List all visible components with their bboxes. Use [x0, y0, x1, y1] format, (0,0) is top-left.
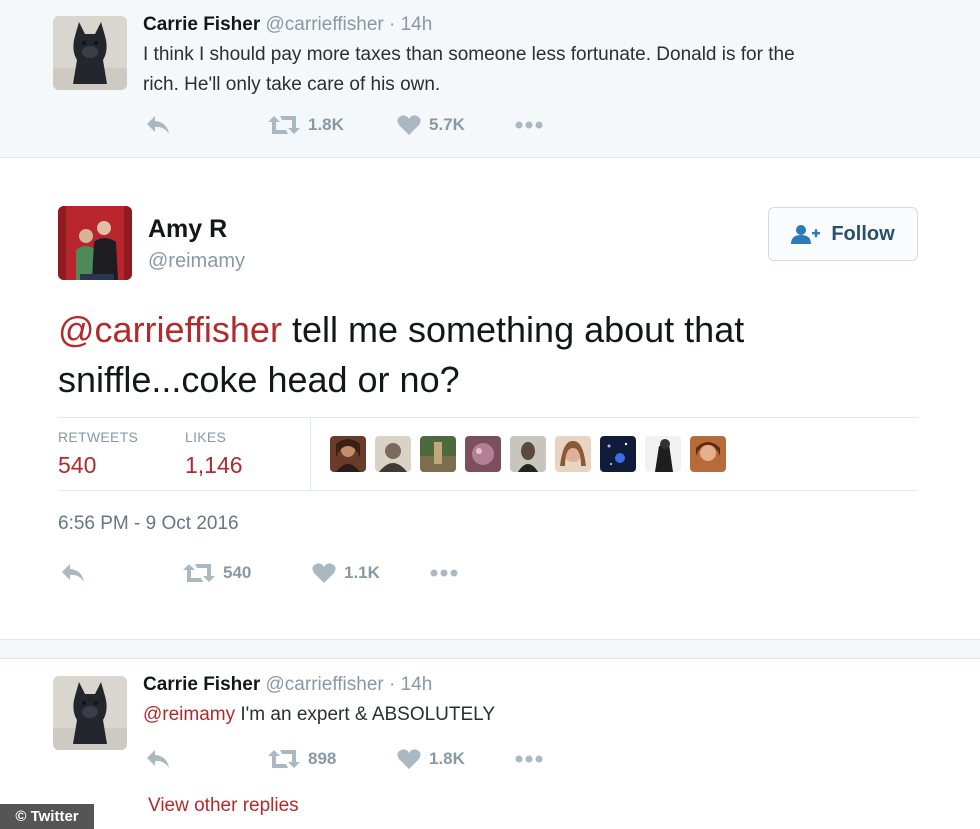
- reply-button[interactable]: [145, 748, 171, 770]
- more-icon: [430, 569, 458, 577]
- tweet-text: I think I should pay more taxes than som…: [143, 40, 923, 100]
- retweet-count: 1.8K: [308, 115, 344, 134]
- liker-avatar[interactable]: [420, 436, 456, 472]
- tweet-text-line: I think I should pay more taxes than som…: [143, 44, 795, 65]
- author-name[interactable]: Amy R: [148, 215, 227, 244]
- liker-avatar[interactable]: [330, 436, 366, 472]
- author-handle[interactable]: @carrieffisher: [266, 674, 384, 695]
- heart-icon: [312, 563, 336, 583]
- tweet-text-line: rich. He'll only take care of his own.: [143, 74, 441, 95]
- liker-avatar[interactable]: [465, 436, 501, 472]
- tweet-carrie-fisher-reply[interactable]: Carrie Fisher @carrieffisher · 14h @reim…: [0, 658, 980, 829]
- tweet-amy-r-expanded: Amy R @reimamy Follow @carrieffisher tel…: [0, 160, 980, 640]
- heart-icon: [397, 115, 421, 135]
- retweet-button[interactable]: 540: [183, 562, 251, 584]
- header-separator: ·: [389, 674, 396, 695]
- like-button[interactable]: 1.1K: [312, 562, 380, 584]
- mention-link[interactable]: @carrieffisher: [58, 309, 282, 350]
- like-count: 1.1K: [344, 563, 380, 582]
- divider: [58, 490, 918, 491]
- like-button[interactable]: 5.7K: [397, 114, 465, 136]
- likes-value: 1,146: [185, 452, 243, 478]
- more-button[interactable]: [429, 562, 459, 584]
- tweet-header: Carrie Fisher @carrieffisher · 14h: [143, 674, 432, 696]
- like-count: 1.8K: [429, 749, 465, 768]
- view-other-replies-link[interactable]: View other replies: [148, 795, 299, 817]
- retweet-icon: [268, 116, 300, 134]
- stats-divider: [310, 418, 311, 490]
- liker-avatar[interactable]: [510, 436, 546, 472]
- avatar-carrie-fisher[interactable]: [53, 676, 127, 750]
- author-name[interactable]: Carrie Fisher: [143, 14, 260, 35]
- conversation-separator: [0, 640, 980, 658]
- divider: [58, 417, 918, 418]
- tweet-text: @reimamy I'm an expert & ABSOLUTELY: [143, 700, 923, 730]
- heart-icon: [397, 749, 421, 769]
- author-handle[interactable]: @carrieffisher: [266, 14, 384, 35]
- twitter-watermark: © Twitter: [0, 804, 94, 829]
- liker-avatar[interactable]: [600, 436, 636, 472]
- tweet-carrie-fisher-top[interactable]: Carrie Fisher @carrieffisher · 14h I thi…: [0, 0, 980, 158]
- liker-avatar[interactable]: [555, 436, 591, 472]
- retweet-button[interactable]: 898: [268, 748, 336, 770]
- liker-avatar[interactable]: [375, 436, 411, 472]
- more-button[interactable]: [514, 748, 544, 770]
- more-button[interactable]: [514, 114, 544, 136]
- follow-user-icon: [791, 225, 821, 244]
- reply-icon: [147, 116, 169, 134]
- tweet-header: Carrie Fisher @carrieffisher · 14h: [143, 14, 432, 36]
- likes-stat[interactable]: LIKES 1,146: [185, 429, 243, 479]
- retweet-count: 540: [223, 563, 252, 582]
- retweet-icon: [183, 564, 215, 582]
- header-separator: ·: [389, 14, 396, 35]
- retweets-label: RETWEETS: [58, 429, 139, 445]
- tweet-time[interactable]: 14h: [401, 674, 433, 695]
- reply-button[interactable]: [60, 562, 86, 584]
- reply-icon: [62, 564, 84, 582]
- avatar-carrie-fisher[interactable]: [53, 16, 127, 90]
- follow-button[interactable]: Follow: [768, 207, 918, 261]
- reply-icon: [147, 750, 169, 768]
- retweet-icon: [268, 750, 300, 768]
- liker-avatar[interactable]: [690, 436, 726, 472]
- tweet-time[interactable]: 14h: [401, 14, 433, 35]
- more-icon: [515, 121, 543, 129]
- liker-avatars: [330, 436, 726, 472]
- retweets-value: 540: [58, 452, 97, 478]
- tweet-timestamp[interactable]: 6:56 PM - 9 Oct 2016: [58, 513, 239, 535]
- like-count: 5.7K: [429, 115, 465, 134]
- author-name[interactable]: Carrie Fisher: [143, 674, 260, 695]
- mention-link[interactable]: @reimamy: [143, 704, 235, 725]
- avatar-amy-r[interactable]: [58, 206, 132, 280]
- likes-label: LIKES: [185, 429, 227, 445]
- tweet-text: @carrieffisher tell me something about t…: [58, 305, 918, 405]
- retweets-stat[interactable]: RETWEETS 540: [58, 429, 138, 479]
- retweet-button[interactable]: 1.8K: [268, 114, 344, 136]
- retweet-count: 898: [308, 749, 337, 768]
- author-handle[interactable]: @reimamy: [148, 250, 245, 273]
- follow-label: Follow: [831, 222, 895, 245]
- reply-button[interactable]: [145, 114, 171, 136]
- liker-avatar[interactable]: [645, 436, 681, 472]
- tweet-body: I'm an expert & ABSOLUTELY: [235, 704, 496, 725]
- like-button[interactable]: 1.8K: [397, 748, 465, 770]
- more-icon: [515, 755, 543, 763]
